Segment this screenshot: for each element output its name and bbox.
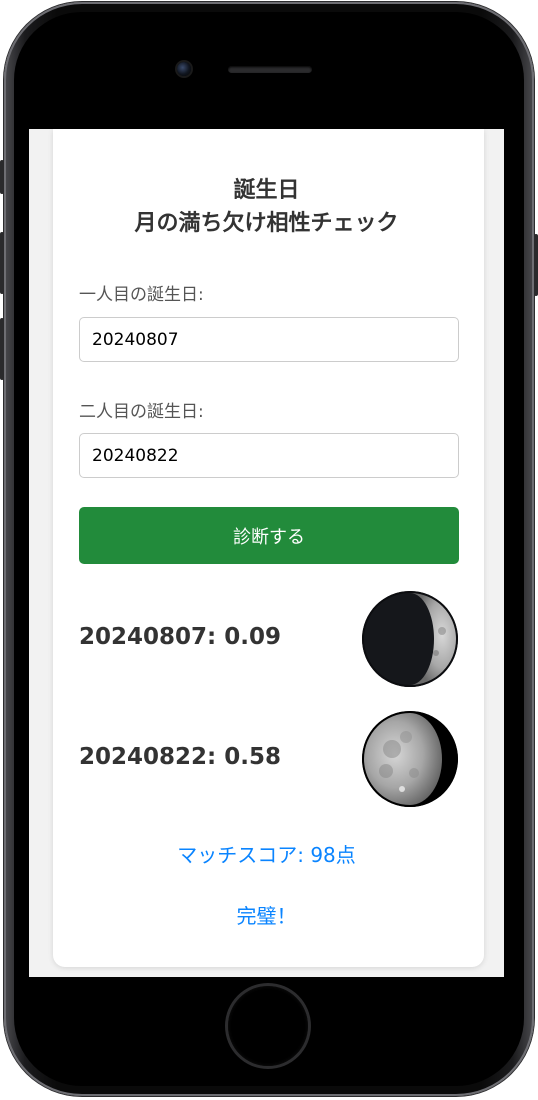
diagnose-button[interactable]: 診断する xyxy=(79,507,459,564)
title-line-1: 誕生日 xyxy=(233,178,300,203)
volume-down-button xyxy=(0,318,4,380)
person2-birthday-label: 二人目の誕生日: xyxy=(79,402,204,422)
screen: 誕生日 月の満ち欠け相性チェック 一人目の誕生日: 二人目の誕生日: 診断する … xyxy=(29,129,504,977)
earpiece-speaker xyxy=(228,66,312,73)
front-camera-icon xyxy=(177,62,191,76)
result-2-text: 20240822: 0.58 xyxy=(79,744,281,770)
match-verdict-text: 完璧！ xyxy=(236,904,297,928)
waning-gibbous-moon-icon xyxy=(362,711,458,807)
result-1-text: 20240807: 0.09 xyxy=(79,624,281,650)
waxing-crescent-moon-icon xyxy=(362,591,458,687)
person1-birthday-input[interactable] xyxy=(79,317,459,362)
match-score-text: マッチスコア: 98点 xyxy=(177,843,356,867)
person2-birthday-input[interactable] xyxy=(79,433,459,478)
home-button[interactable] xyxy=(228,986,308,1066)
page-title: 誕生日 月の満ち欠け相性チェック xyxy=(29,174,504,240)
person1-birthday-label: 一人目の誕生日: xyxy=(79,285,204,305)
power-button xyxy=(534,234,538,296)
title-line-2: 月の満ち欠け相性チェック xyxy=(134,211,399,236)
volume-up-button xyxy=(0,232,4,294)
mute-switch xyxy=(0,160,4,194)
